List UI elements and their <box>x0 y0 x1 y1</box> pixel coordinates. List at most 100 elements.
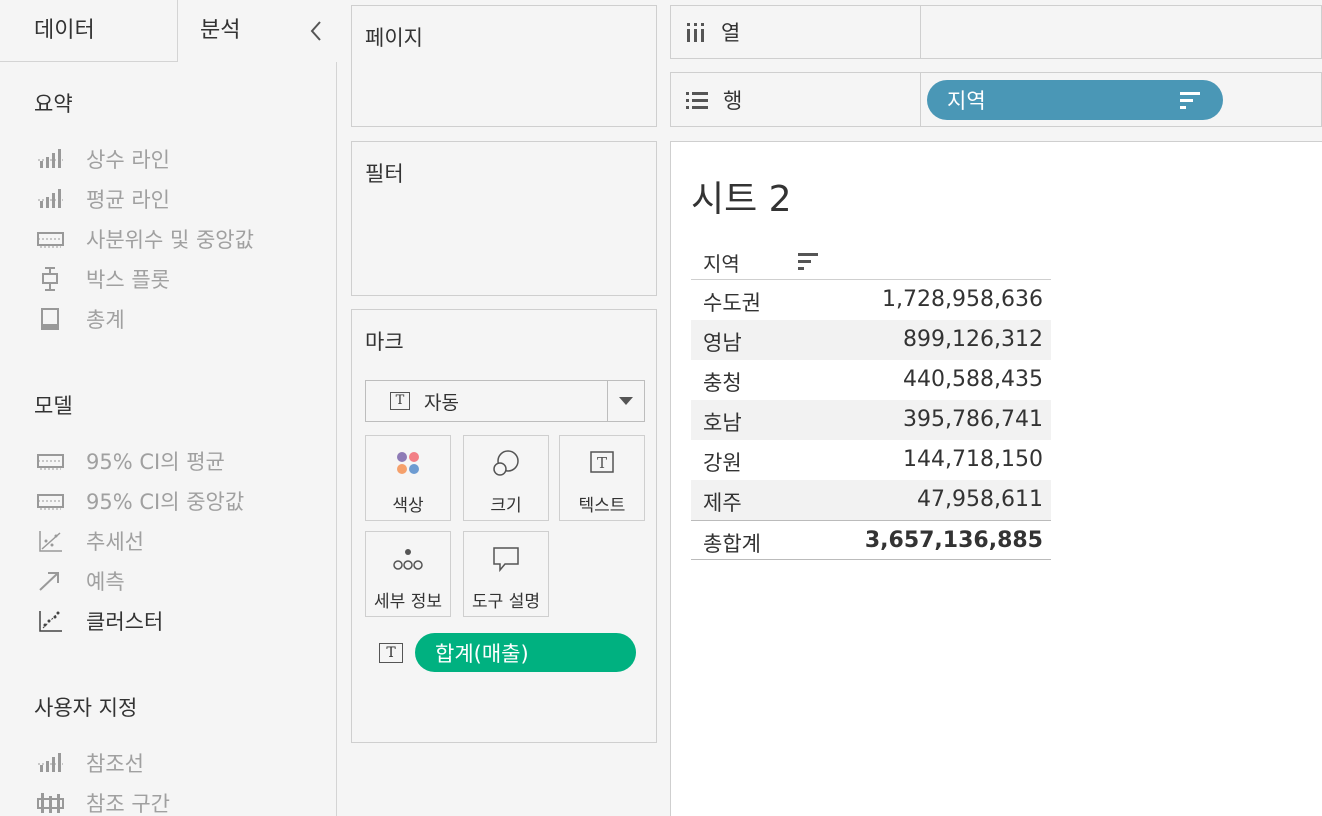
item-label: 예측 <box>86 570 125 594</box>
total-value: 3,657,136,885 <box>864 528 1043 553</box>
table-row[interactable]: 강원 144,718,150 <box>691 440 1051 480</box>
item-forecast[interactable]: 예측 <box>34 566 125 596</box>
svg-text:T: T <box>597 454 607 472</box>
table-row[interactable]: 제주 47,958,611 <box>691 480 1051 520</box>
sort-icon[interactable] <box>1179 90 1201 115</box>
item-label: 총계 <box>86 308 125 332</box>
detail-dots-icon <box>366 544 450 574</box>
trend-icon <box>34 529 66 553</box>
section-custom-title: 사용자 지정 <box>34 696 138 720</box>
table-row[interactable]: 호남 395,786,741 <box>691 400 1051 440</box>
analytics-pane: 데이터 분석 요약 상수 라인 평균 라인 사분위수 및 중앙값 박스 플롯 총… <box>0 0 337 816</box>
chevron-down-icon[interactable] <box>607 381 644 421</box>
item-cluster[interactable]: 클러스터 <box>34 606 163 636</box>
ref-band-icon <box>34 791 66 815</box>
table-row[interactable]: 영남 899,126,312 <box>691 320 1051 360</box>
color-label: 색상 <box>392 496 424 516</box>
value-cell: 47,958,611 <box>917 487 1043 512</box>
size-button[interactable]: 크기 <box>463 435 549 521</box>
item-label: 추세선 <box>86 530 144 554</box>
tooltip-bubble-icon <box>464 544 548 574</box>
rows-shelf-label-cell: 행 <box>671 73 921 126</box>
collapse-pane-icon[interactable] <box>305 16 327 46</box>
value-cell: 144,718,150 <box>903 447 1043 472</box>
item-trend-line[interactable]: 추세선 <box>34 526 144 556</box>
totals-icon <box>34 307 66 331</box>
item-label: 참조 구간 <box>86 792 170 816</box>
bar-line-icon <box>34 751 66 775</box>
marks-card: 마크 T 자동 색상 크기 T 텍스트 세부 정보 도구 설명 T 합계(매출) <box>351 309 657 743</box>
grand-total-row[interactable]: 총합계 3,657,136,885 <box>691 520 1051 560</box>
tooltip-label: 도구 설명 <box>472 592 540 612</box>
sum-sales-pill[interactable]: 합계(매출) <box>415 633 636 672</box>
columns-shelf[interactable]: 열 <box>670 5 1322 59</box>
pages-card[interactable]: 페이지 <box>351 5 657 127</box>
region-cell: 수도권 <box>703 291 761 315</box>
text-button[interactable]: T 텍스트 <box>559 435 645 521</box>
tab-data[interactable]: 데이터 <box>0 0 178 62</box>
item-average-line[interactable]: 평균 라인 <box>34 184 170 214</box>
pages-title: 페이지 <box>365 26 423 50</box>
mark-type-value: 자동 <box>424 391 459 414</box>
color-button[interactable]: 색상 <box>365 435 451 521</box>
item-box-plot[interactable]: 박스 플롯 <box>34 264 170 294</box>
item-label: 참조선 <box>86 752 144 776</box>
rows-icon <box>685 90 709 110</box>
item-label: 95% CI의 평균 <box>86 450 225 474</box>
item-quartile-median[interactable]: 사분위수 및 중앙값 <box>34 224 254 254</box>
tooltip-button[interactable]: 도구 설명 <box>463 531 549 617</box>
item-reference-line[interactable]: 참조선 <box>34 748 144 778</box>
view-canvas: 시트 2 지역 수도권 1,728,958,636 영남 899,126,312… <box>670 141 1322 816</box>
bar-line-icon <box>34 147 66 171</box>
size-label: 크기 <box>490 496 522 516</box>
forecast-icon <box>34 569 66 593</box>
text-label: 텍스트 <box>578 496 626 516</box>
text-encoding-icon: T <box>379 643 403 663</box>
item-totals[interactable]: 총계 <box>34 304 125 334</box>
box-plot-icon <box>34 267 66 291</box>
columns-shelf-label-cell: 열 <box>671 6 921 58</box>
item-reference-band[interactable]: 참조 구간 <box>34 788 170 816</box>
ci-band-icon <box>34 489 66 513</box>
total-label: 총합계 <box>703 532 761 556</box>
bar-line-icon <box>34 187 66 211</box>
columns-icon <box>685 21 707 43</box>
pane-tabs: 데이터 분석 <box>0 0 337 62</box>
filters-card[interactable]: 필터 <box>351 141 657 296</box>
item-ci-median[interactable]: 95% CI의 중앙값 <box>34 486 244 516</box>
color-dots-icon <box>366 448 450 478</box>
cluster-icon <box>34 609 66 633</box>
item-label: 95% CI의 중앙값 <box>86 490 245 514</box>
quartile-icon <box>34 227 66 251</box>
mark-type-dropdown[interactable]: T 자동 <box>365 380 645 422</box>
region-cell: 강원 <box>703 451 742 475</box>
item-label: 박스 플롯 <box>86 268 170 292</box>
size-circles-icon <box>464 448 548 478</box>
detail-button[interactable]: 세부 정보 <box>365 531 451 617</box>
region-header[interactable]: 지역 <box>703 248 740 277</box>
region-pill[interactable]: 지역 <box>927 80 1223 120</box>
table-header: 지역 <box>691 242 1051 280</box>
pill-label: 합계(매출) <box>435 641 529 666</box>
item-label: 사분위수 및 중앙값 <box>86 228 254 252</box>
rows-shelf[interactable]: 행 지역 <box>670 72 1322 127</box>
columns-label: 열 <box>721 21 741 45</box>
item-ci-mean[interactable]: 95% CI의 평균 <box>34 446 225 476</box>
table-row[interactable]: 충청 440,588,435 <box>691 360 1051 400</box>
text-icon: T <box>560 448 644 478</box>
detail-label: 세부 정보 <box>374 592 442 612</box>
pill-label: 지역 <box>947 89 986 113</box>
region-cell: 호남 <box>703 411 742 435</box>
sort-icon[interactable] <box>797 252 819 276</box>
table-row[interactable]: 수도권 1,728,958,636 <box>691 280 1051 320</box>
value-cell: 1,728,958,636 <box>882 287 1043 312</box>
text-mark-icon: T <box>390 392 410 410</box>
section-summary-title: 요약 <box>34 92 73 116</box>
sheet-title: 시트 2 <box>691 179 792 220</box>
value-cell: 899,126,312 <box>903 327 1043 352</box>
region-cell: 충청 <box>703 371 742 395</box>
region-cell: 제주 <box>703 491 742 515</box>
marks-title: 마크 <box>365 330 404 354</box>
item-label: 클러스터 <box>86 610 164 634</box>
item-constant-line[interactable]: 상수 라인 <box>34 144 170 174</box>
